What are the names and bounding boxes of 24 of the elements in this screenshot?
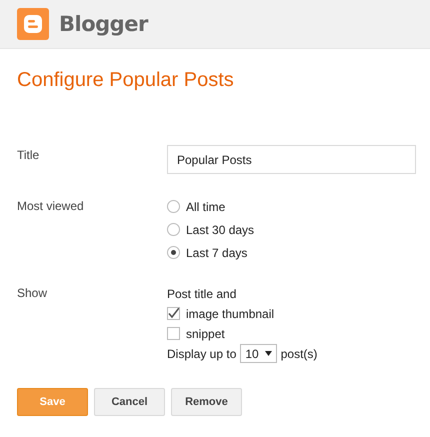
option-intro: Post title and (167, 286, 236, 300)
option-label: Last 7 days (186, 246, 248, 260)
blogger-logo-icon (17, 8, 49, 40)
form-button[interactable]: Cancel (94, 388, 165, 416)
option-label: image thumbnail (186, 306, 274, 320)
display-label: Display up to (167, 346, 236, 360)
display-label: post(s) (280, 346, 318, 360)
field-label: Most viewed (17, 198, 85, 215)
caret-icon (264, 351, 272, 356)
checkbox[interactable] (167, 307, 180, 320)
field-label: Title (17, 147, 40, 164)
radio-button[interactable] (167, 246, 180, 259)
checkbox[interactable] (167, 327, 180, 340)
page-heading: Configure Popular Posts (17, 69, 234, 91)
title-input[interactable]: Popular Posts (167, 145, 416, 174)
radio-button[interactable] (167, 223, 180, 236)
form-button[interactable]: Remove (171, 388, 242, 416)
option-label: All time (186, 200, 226, 214)
brand-name: Blogger (59, 12, 148, 36)
count-select[interactable]: 10 (240, 344, 277, 363)
field-label: Show (17, 285, 48, 302)
option-label: snippet (186, 326, 225, 340)
radio-button[interactable] (167, 200, 180, 213)
option-label: Last 30 days (186, 222, 254, 236)
